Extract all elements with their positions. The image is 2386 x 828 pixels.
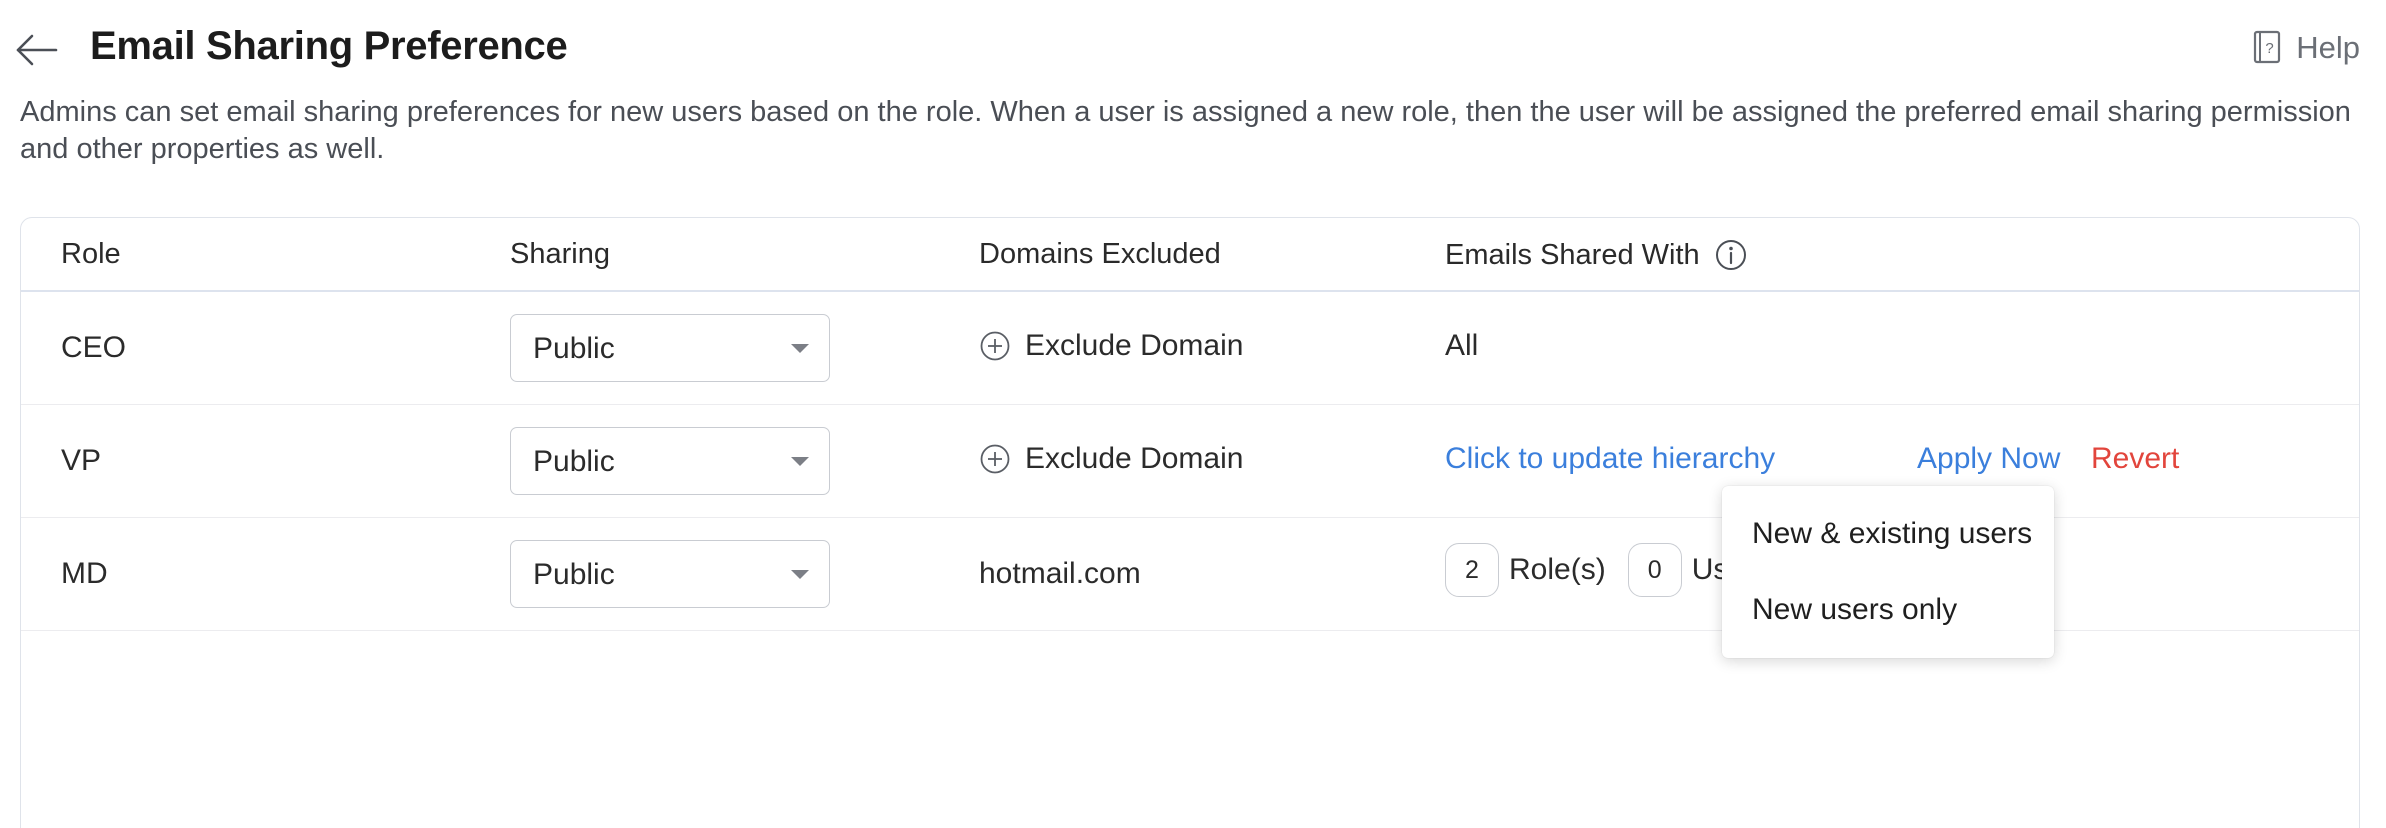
revert-link[interactable]: Revert bbox=[2091, 442, 2179, 476]
menu-item-new-and-existing-users[interactable]: New & existing users bbox=[1722, 496, 2054, 572]
emails-shared-with-value: All bbox=[1445, 329, 1479, 362]
dropdown-caret-icon bbox=[791, 457, 809, 466]
help-book-icon: ? bbox=[2254, 30, 2281, 64]
exclude-domain-button[interactable]: Exclude Domain bbox=[979, 329, 1243, 363]
apply-now-link[interactable]: Apply Now bbox=[1917, 442, 2060, 476]
apply-now-menu: New & existing users New users only bbox=[1722, 486, 2054, 658]
help-label: Help bbox=[2296, 30, 2360, 65]
role-name: VP bbox=[61, 444, 102, 477]
sharing-select[interactable]: Public bbox=[510, 314, 830, 382]
exclude-domain-label: Exclude Domain bbox=[1025, 442, 1244, 475]
sharing-select[interactable]: Public bbox=[510, 540, 830, 608]
page-description: Admins can set email sharing preferences… bbox=[20, 96, 2351, 165]
column-header-sharing: Sharing bbox=[510, 238, 610, 270]
menu-item-new-users-only[interactable]: New users only bbox=[1722, 572, 2054, 648]
help-link[interactable]: ? Help bbox=[2252, 30, 2360, 66]
plus-circle-icon bbox=[980, 331, 1010, 361]
table-row-ceo: CEO Public Exclude Domain All bbox=[21, 291, 2359, 405]
roles-count-label: Role(s) bbox=[1509, 553, 1606, 586]
exclude-domain-button[interactable]: Exclude Domain bbox=[979, 442, 1243, 476]
back-button[interactable] bbox=[14, 28, 60, 72]
column-header-role: Role bbox=[61, 238, 121, 270]
excluded-domain: hotmail.com bbox=[979, 557, 1141, 590]
role-name: CEO bbox=[61, 331, 127, 364]
update-hierarchy-link[interactable]: Click to update hierarchy bbox=[1445, 442, 1775, 476]
sharing-select-value: Public bbox=[533, 558, 615, 591]
page-title: Email Sharing Preference bbox=[90, 24, 568, 68]
role-name: MD bbox=[61, 557, 108, 590]
column-header-emails-shared-with: Emails Shared With bbox=[1445, 238, 1748, 272]
table-header: Role Sharing Domains Excluded Emails Sha… bbox=[21, 218, 2359, 292]
svg-text:?: ? bbox=[2266, 40, 2274, 57]
emails-shared-with-counts: 2 Role(s) 0 Us bbox=[1445, 543, 1750, 597]
sharing-select[interactable]: Public bbox=[510, 427, 830, 495]
page-header: Email Sharing Preference ? Help Admins c… bbox=[0, 0, 2386, 165]
column-header-domains-excluded: Domains Excluded bbox=[979, 238, 1221, 270]
sharing-select-value: Public bbox=[533, 332, 615, 365]
users-count-badge[interactable]: 0 bbox=[1627, 543, 1682, 597]
back-arrow-icon bbox=[16, 34, 58, 66]
column-header-label: Emails Shared With bbox=[1445, 238, 1700, 271]
email-sharing-preference-page: Email Sharing Preference ? Help Admins c… bbox=[0, 0, 2386, 828]
plus-circle-icon bbox=[980, 444, 1010, 474]
dropdown-caret-icon bbox=[791, 344, 809, 353]
roles-count-badge[interactable]: 2 bbox=[1445, 543, 1499, 597]
info-icon[interactable] bbox=[1714, 238, 1748, 272]
sharing-select-value: Public bbox=[533, 445, 615, 478]
dropdown-caret-icon bbox=[791, 570, 809, 579]
exclude-domain-label: Exclude Domain bbox=[1025, 329, 1244, 362]
